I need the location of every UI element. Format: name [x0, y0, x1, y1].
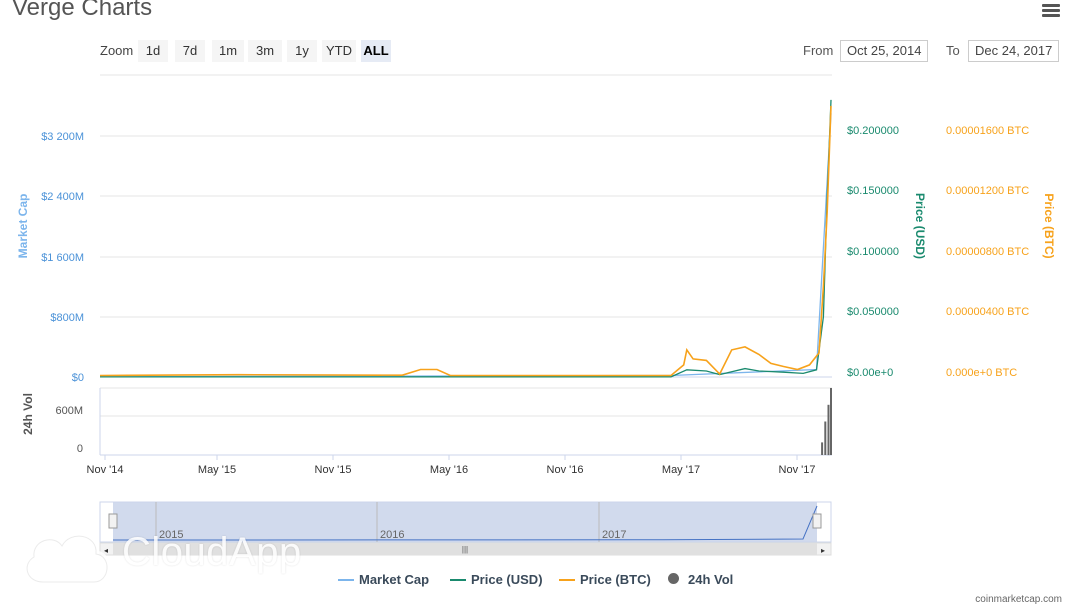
mcap-tick-0: $0	[72, 372, 84, 384]
btc-tick-0: 0.000e+0 BTC	[946, 367, 1017, 379]
legend-item-24h-vol[interactable]: 24h Vol	[668, 572, 733, 587]
vol-axis-label: 24h Vol	[21, 393, 35, 435]
price-chart: $0 $800M $1 600M $2 400M $3 200M Market …	[16, 74, 1056, 556]
vol-tick-1: 600M	[55, 405, 83, 417]
btc-tick-1: 0.00000400 BTC	[946, 306, 1029, 318]
navigator-right-handle[interactable]	[812, 513, 822, 529]
grid-lines	[100, 74, 832, 417]
btc-axis-label: Price (BTC)	[1042, 193, 1056, 258]
usd-tick-2: $0.100000	[847, 246, 899, 258]
volume-bar	[827, 404, 830, 456]
usd-tick-3: $0.150000	[847, 185, 899, 197]
scroll-right-arrow-icon[interactable]: ▸	[821, 546, 825, 555]
series-line-price-btc	[99, 105, 832, 377]
x-tick-0: Nov '14	[87, 464, 124, 476]
btc-tick-3: 0.00001200 BTC	[946, 185, 1029, 197]
mcap-tick-3: $2 400M	[41, 191, 84, 203]
legend: Market Cap Price (USD) Price (BTC) 24h V…	[0, 572, 1092, 592]
legend-item-price-usd[interactable]: Price (USD)	[450, 572, 543, 587]
x-tick-2: Nov '15	[315, 464, 352, 476]
mcap-tick-2: $1 600M	[41, 252, 84, 264]
usd-tick-0: $0.00e+0	[847, 367, 893, 379]
x-tick-1: May '15	[198, 464, 236, 476]
source-credit: coinmarketcap.com	[975, 594, 1062, 605]
nav-label-2: 2017	[602, 529, 626, 541]
legend-item-price-btc[interactable]: Price (BTC)	[559, 572, 651, 587]
series-line-price-usd	[99, 99, 832, 378]
series-line-market-cap	[99, 113, 832, 378]
mcap-tick-1: $800M	[50, 312, 84, 324]
nav-label-1: 2016	[380, 529, 404, 541]
x-tick-6: Nov '17	[779, 464, 816, 476]
usd-tick-1: $0.050000	[847, 306, 899, 318]
scrollbar-grip-icon: |||	[462, 545, 468, 554]
volume-bar	[824, 421, 827, 455]
x-tick-3: May '16	[430, 464, 468, 476]
btc-tick-4: 0.00001600 BTC	[946, 125, 1029, 137]
legend-item-market-cap[interactable]: Market Cap	[338, 572, 429, 587]
usd-tick-4: $0.200000	[847, 125, 899, 137]
usd-axis-label: Price (USD)	[913, 193, 927, 259]
mcap-axis-label: Market Cap	[16, 194, 30, 259]
volume-bar	[830, 388, 832, 455]
x-tick-5: May '17	[662, 464, 700, 476]
vol-tick-0: 0	[77, 443, 83, 455]
mcap-tick-4: $3 200M	[41, 131, 84, 143]
x-tick-4: Nov '16	[547, 464, 584, 476]
btc-tick-2: 0.00000800 BTC	[946, 246, 1029, 258]
watermark-text: CloudApp	[122, 530, 302, 574]
volume-bar	[821, 442, 824, 455]
